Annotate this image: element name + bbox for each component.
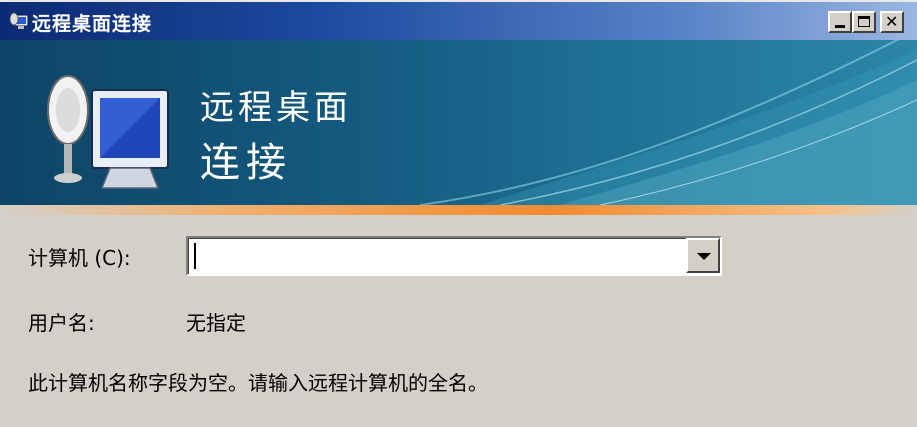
maximize-icon <box>858 16 870 27</box>
banner-title-line1: 远程桌面 <box>200 88 352 128</box>
computer-combobox[interactable] <box>186 236 722 276</box>
title-bar[interactable]: 远程桌面连接 ✕ <box>0 0 917 40</box>
username-value: 无指定 <box>186 311 246 335</box>
rdp-window: 远程桌面连接 ✕ 远程桌面 连接 计算机 (C): 用户名: 无指定 此计算机名… <box>0 0 917 427</box>
accent-bar <box>0 205 917 215</box>
close-icon: ✕ <box>885 12 899 31</box>
username-label: 用户名: <box>28 311 95 335</box>
remote-desktop-monitor-icon <box>40 60 180 204</box>
maximize-button[interactable] <box>852 11 876 33</box>
header-banner: 远程桌面 连接 <box>0 40 917 205</box>
computer-input[interactable] <box>192 241 672 269</box>
window-title: 远程桌面连接 <box>32 13 153 35</box>
banner-title-line2: 连接 <box>200 140 292 186</box>
computer-label: 计算机 (C): <box>28 246 131 270</box>
remote-desktop-title-icon <box>8 10 30 32</box>
close-button[interactable]: ✕ <box>880 11 904 33</box>
computer-dropdown-button[interactable] <box>686 238 720 273</box>
minimize-icon <box>835 25 845 28</box>
chevron-down-icon <box>697 253 711 260</box>
text-caret <box>194 243 196 269</box>
minimize-button[interactable] <box>828 11 852 33</box>
status-message: 此计算机名称字段为空。请输入远程计算机的全名。 <box>28 371 488 395</box>
